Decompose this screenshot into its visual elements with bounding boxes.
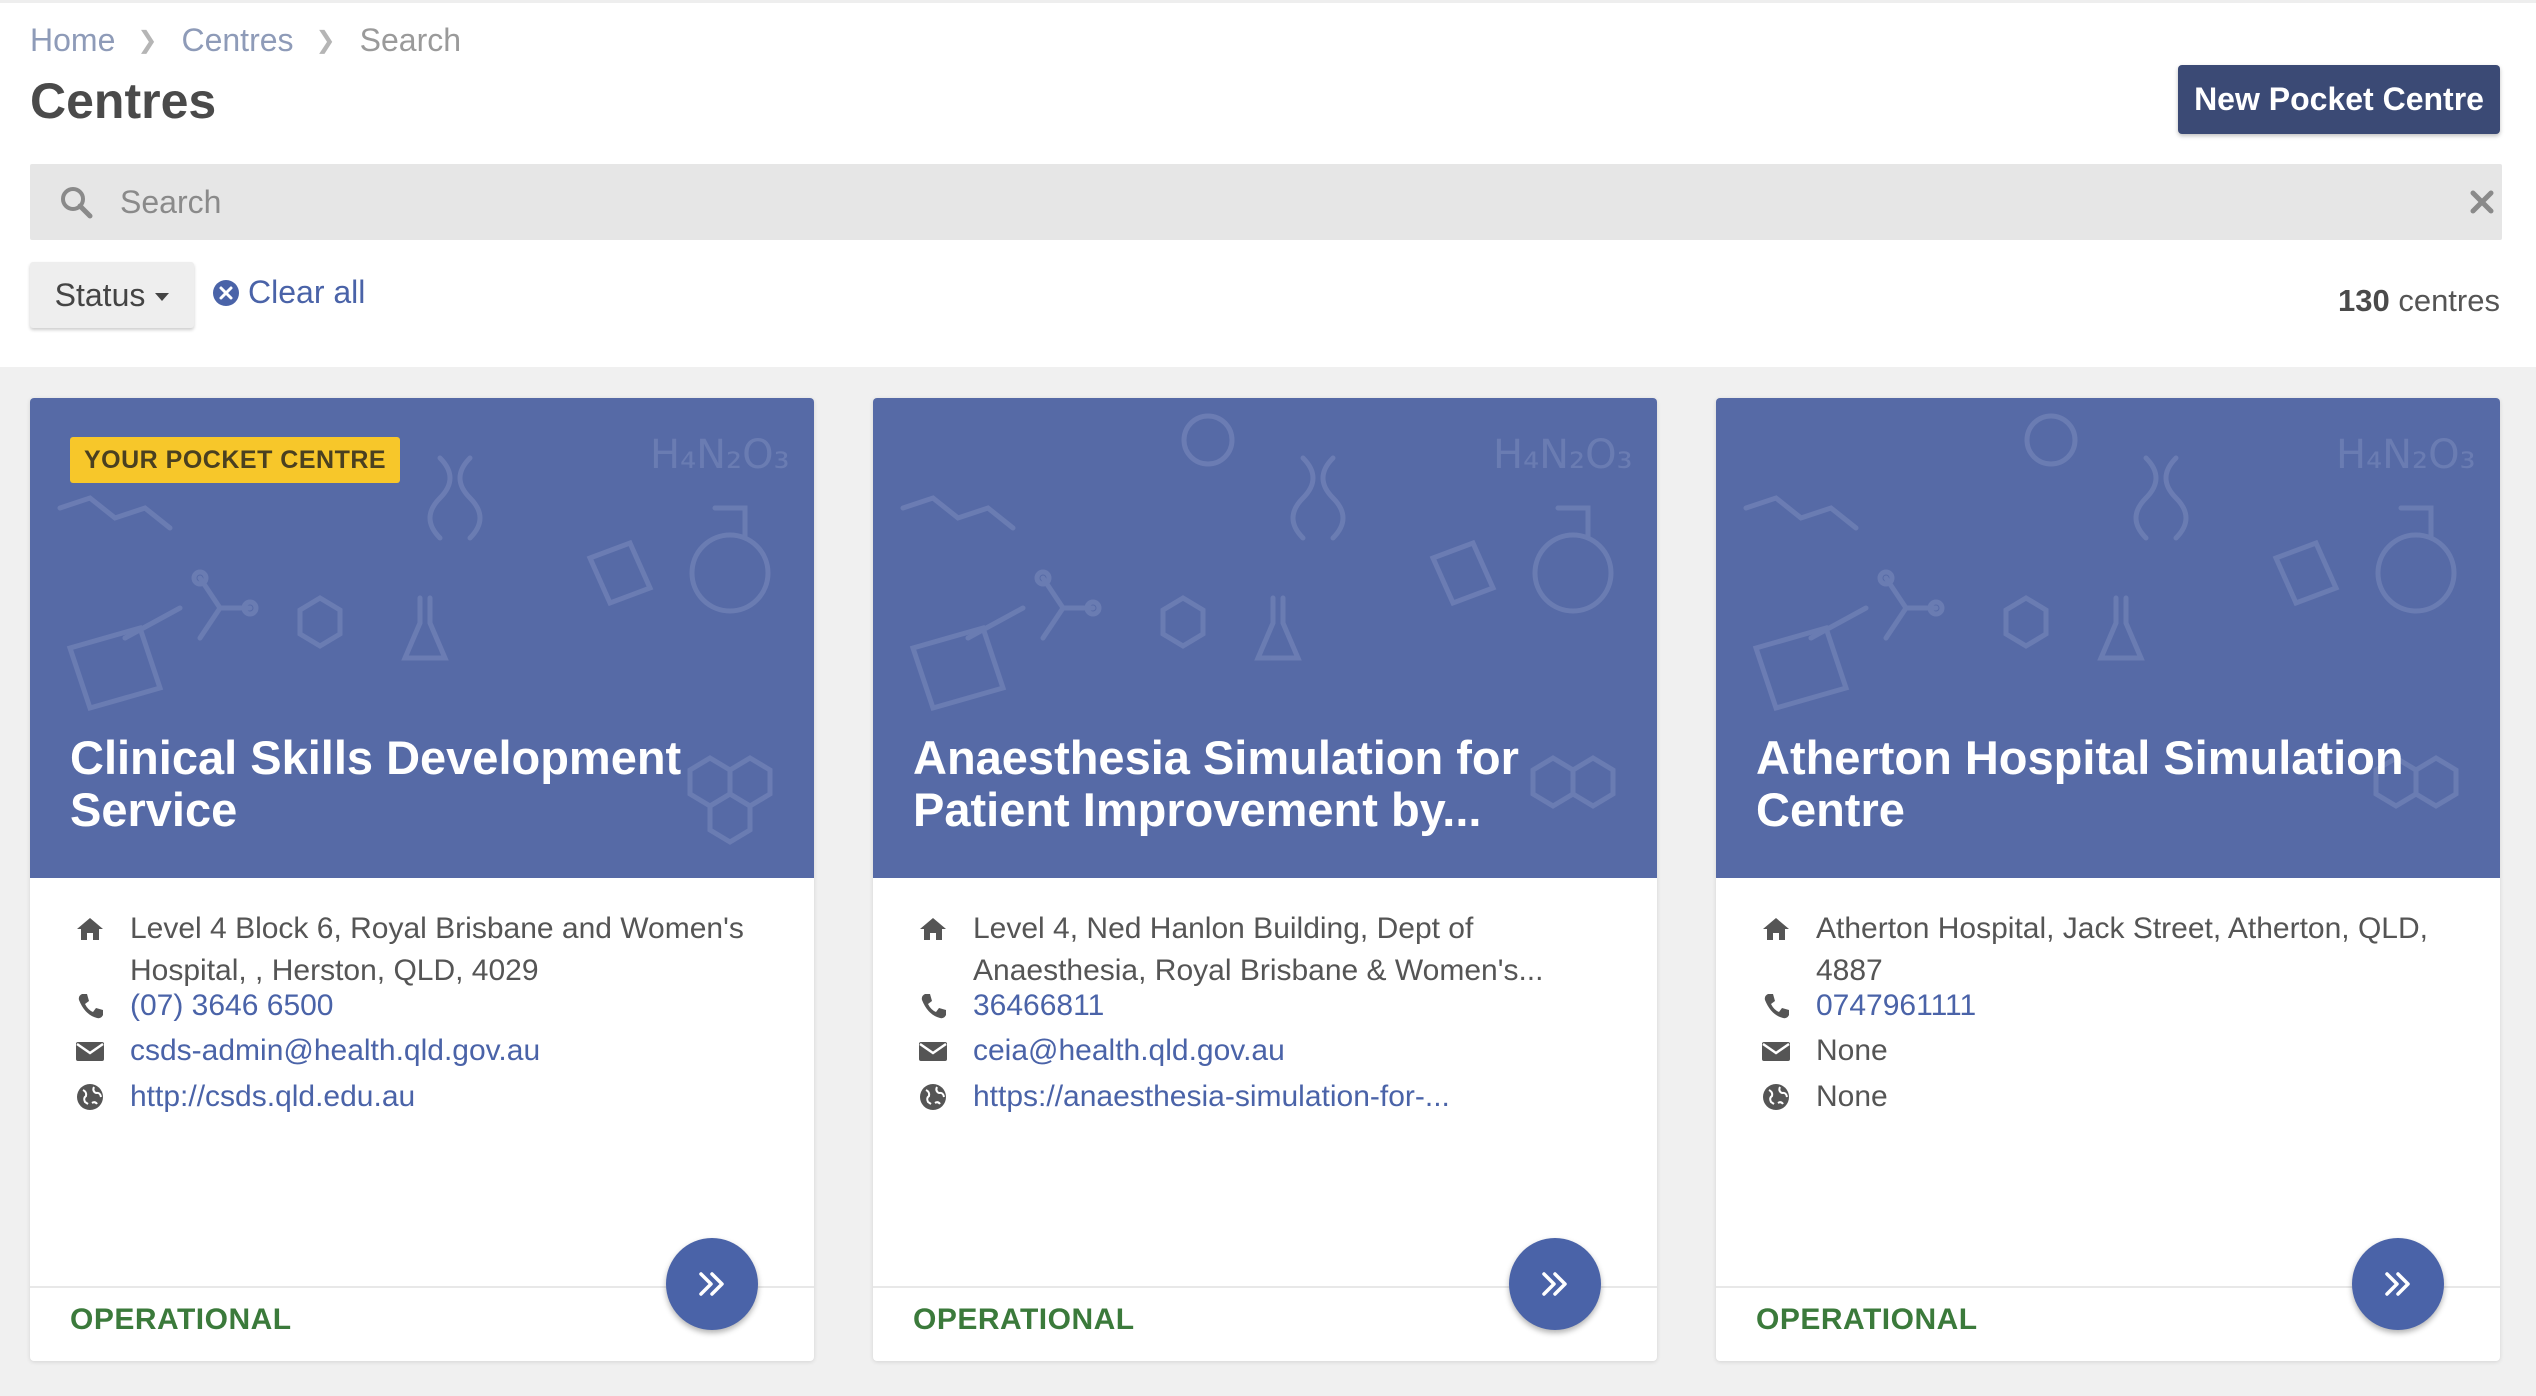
phone-row: 36466811	[917, 985, 1104, 1027]
page-title: Centres	[30, 73, 217, 129]
centre-phone-link[interactable]: 36466811	[973, 985, 1104, 1027]
status-badge: OPERATIONAL	[1756, 1303, 1978, 1336]
results-count-number: 130	[2337, 283, 2390, 318]
caret-down-icon	[155, 293, 170, 301]
results-grid: H₄N₂O₃ YOUR POCKET CENTRE Clinical Skill…	[0, 367, 2536, 1396]
globe-icon	[920, 1084, 946, 1110]
breadcrumb: Home ❯ Centres ❯ Search	[30, 22, 461, 59]
double-chevron-right-icon	[2385, 1272, 2410, 1296]
address-row: Level 4, Ned Hanlon Building, Dept of An…	[917, 908, 1633, 992]
centre-website: None	[1816, 1080, 1888, 1113]
email-row: csds-admin@health.qld.gov.au	[74, 1030, 540, 1072]
centre-card[interactable]: H₄N₂O₃ YOUR POCKET CENTRE Clinical Skill…	[30, 398, 814, 1361]
phone-icon	[78, 994, 103, 1019]
status-badge: OPERATIONAL	[913, 1303, 1135, 1336]
centre-email-link[interactable]: ceia@health.qld.gov.au	[973, 1030, 1285, 1072]
svg-text:H₄N₂O₃: H₄N₂O₃	[2336, 432, 2476, 478]
breadcrumb-centres[interactable]: Centres	[181, 22, 293, 59]
centre-address: Level 4 Block 6, Royal Brisbane and Wome…	[130, 912, 744, 987]
page-header: Home ❯ Centres ❯ Search Centres New Pock…	[0, 0, 2536, 367]
phone-icon	[1764, 994, 1789, 1019]
centre-card[interactable]: H₄N₂O₃ Atherton Hospital Simulation Cent…	[1716, 398, 2500, 1361]
home-icon	[920, 918, 946, 940]
chevron-right-icon: ❯	[137, 27, 158, 54]
breadcrumb-home[interactable]: Home	[30, 22, 115, 59]
centre-title[interactable]: Anaesthesia Simulation for Patient Impro…	[913, 732, 1613, 836]
website-row: https://anaesthesia-simulation-for-...	[917, 1076, 1450, 1118]
double-chevron-right-icon	[1542, 1272, 1567, 1296]
centre-title[interactable]: Atherton Hospital Simulation Centre	[1756, 732, 2456, 836]
centre-email: None	[1816, 1034, 1888, 1067]
centre-address: Level 4, Ned Hanlon Building, Dept of An…	[973, 912, 1544, 987]
envelope-icon	[919, 1042, 947, 1061]
phone-row: 0747961111	[1760, 985, 1976, 1027]
phone-icon	[921, 994, 946, 1019]
view-centre-button[interactable]	[1509, 1238, 1601, 1330]
website-row: None	[1760, 1076, 2476, 1118]
your-pocket-centre-badge: YOUR POCKET CENTRE	[70, 437, 401, 483]
search-input[interactable]	[120, 164, 2420, 240]
card-hero: H₄N₂O₃ YOUR POCKET CENTRE Clinical Skill…	[30, 398, 814, 878]
email-row: None	[1760, 1030, 2476, 1072]
svg-text:H₄N₂O₃: H₄N₂O₃	[650, 432, 790, 478]
card-hero: H₄N₂O₃ Anaesthesia Simulation for Patien…	[873, 398, 1657, 878]
clear-all-link[interactable]: Clear all	[212, 274, 365, 311]
centre-title[interactable]: Clinical Skills Development Service	[70, 732, 770, 836]
double-chevron-right-icon	[699, 1272, 724, 1296]
clear-all-label: Clear all	[248, 274, 366, 310]
email-row: ceia@health.qld.gov.au	[917, 1030, 1285, 1072]
results-count-unit: centres	[2398, 283, 2500, 318]
view-centre-button[interactable]	[666, 1238, 758, 1330]
new-pocket-centre-button[interactable]: New Pocket Centre	[2178, 65, 2500, 134]
chevron-right-icon: ❯	[315, 27, 336, 54]
top-border	[0, 0, 2536, 3]
globe-icon	[77, 1084, 103, 1110]
times-circle-icon	[213, 279, 239, 306]
address-row: Level 4 Block 6, Royal Brisbane and Wome…	[74, 908, 790, 992]
home-icon	[77, 918, 103, 940]
envelope-icon	[1762, 1042, 1790, 1061]
envelope-icon	[76, 1042, 104, 1061]
phone-row: (07) 3646 6500	[74, 985, 334, 1027]
globe-icon	[1763, 1084, 1789, 1110]
home-icon	[1763, 918, 1789, 940]
centre-website-link[interactable]: http://csds.qld.edu.au	[130, 1076, 415, 1118]
centre-website-link[interactable]: https://anaesthesia-simulation-for-...	[973, 1076, 1450, 1118]
breadcrumb-search: Search	[359, 22, 462, 58]
search-bar	[30, 164, 2502, 240]
status-filter-label: Status	[54, 276, 146, 313]
close-icon[interactable]	[2466, 186, 2498, 218]
view-centre-button[interactable]	[2352, 1238, 2444, 1330]
status-filter-dropdown[interactable]: Status	[30, 262, 194, 328]
website-row: http://csds.qld.edu.au	[74, 1076, 415, 1118]
centre-phone-link[interactable]: 0747961111	[1816, 985, 1976, 1027]
status-badge: OPERATIONAL	[70, 1303, 292, 1336]
results-count: 130 centres	[2338, 283, 2500, 319]
address-row: Atherton Hospital, Jack Street, Atherton…	[1760, 908, 2476, 992]
svg-text:H₄N₂O₃: H₄N₂O₃	[1493, 432, 1633, 478]
centre-phone-link[interactable]: (07) 3646 6500	[130, 985, 334, 1027]
centre-address: Atherton Hospital, Jack Street, Atherton…	[1816, 912, 2428, 987]
centre-email-link[interactable]: csds-admin@health.qld.gov.au	[130, 1030, 540, 1072]
centre-card[interactable]: H₄N₂O₃ Anaesthesia Simulation for Patien…	[873, 398, 1657, 1361]
search-icon	[61, 187, 93, 219]
card-hero: H₄N₂O₃ Atherton Hospital Simulation Cent…	[1716, 398, 2500, 878]
